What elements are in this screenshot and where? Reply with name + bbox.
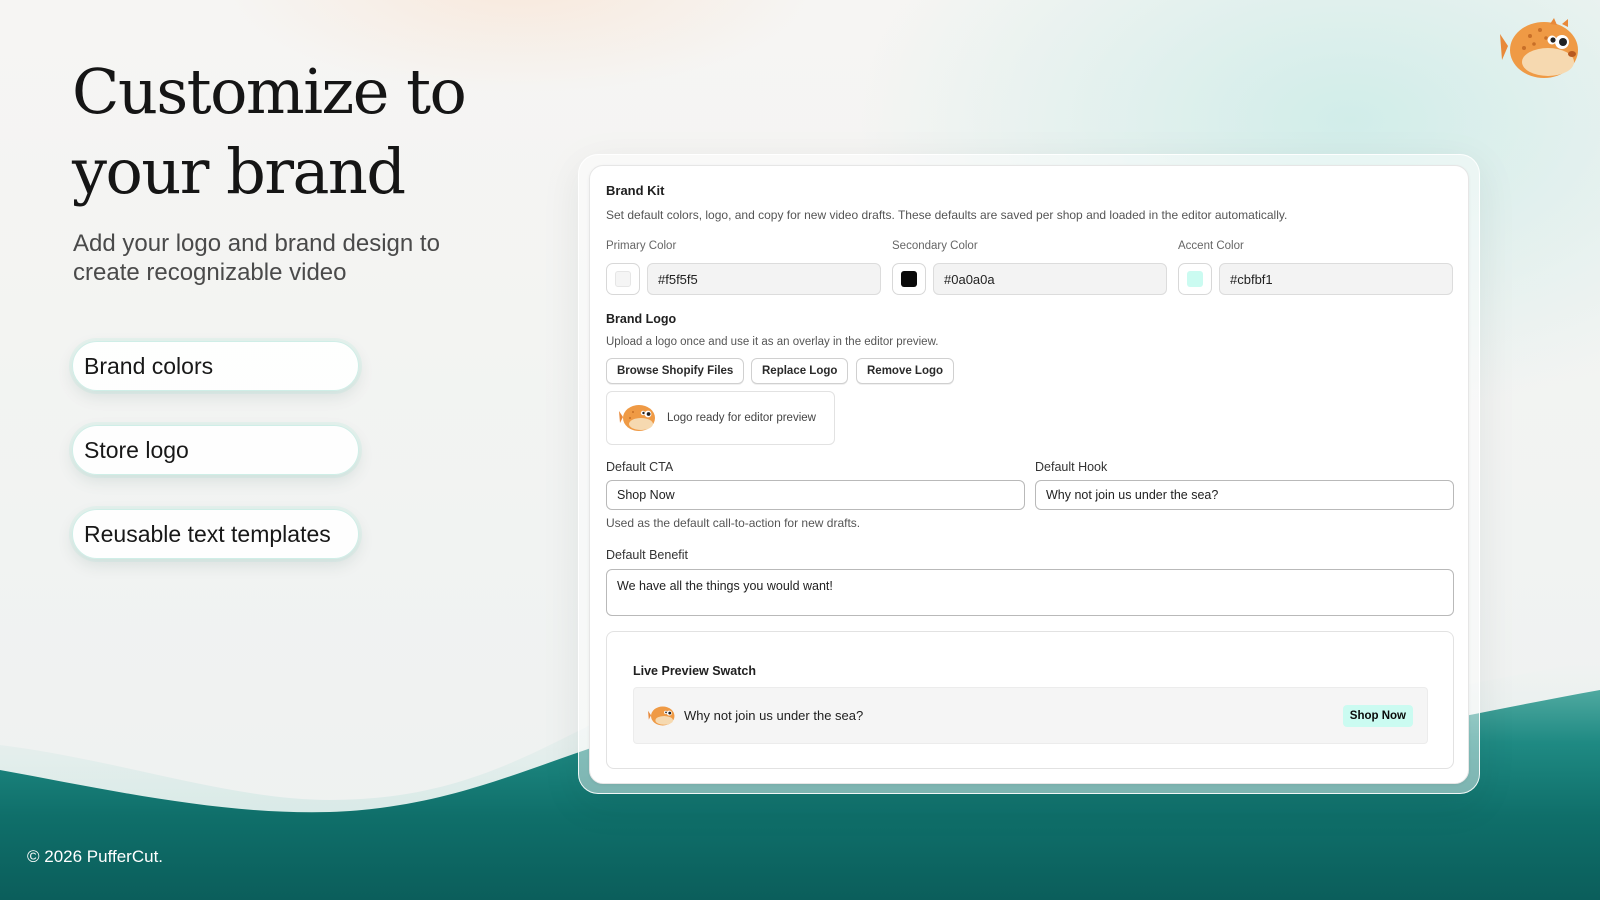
color-chip bbox=[901, 271, 917, 287]
feature-label: Reusable text templates bbox=[84, 520, 331, 547]
brand-kit-panel: Brand Kit Set default colors, logo, and … bbox=[589, 165, 1469, 784]
live-preview-card: Live Preview Swatch Why not join us unde… bbox=[606, 631, 1454, 769]
default-hook-label: Default Hook bbox=[1035, 460, 1108, 474]
primary-color-input[interactable]: #f5f5f5 bbox=[647, 263, 881, 295]
feature-label: Brand colors bbox=[84, 352, 214, 379]
default-cta-help: Used as the default call-to-action for n… bbox=[606, 516, 861, 530]
color-chip bbox=[615, 271, 631, 287]
logo-status-text: Logo ready for editor preview bbox=[667, 412, 816, 424]
secondary-color-swatch[interactable] bbox=[892, 263, 926, 295]
color-chip bbox=[1187, 271, 1203, 287]
feature-label: Store logo bbox=[84, 436, 189, 463]
live-preview-swatch: Why not join us under the sea? Shop Now bbox=[633, 687, 1428, 744]
live-preview-title: Live Preview Swatch bbox=[633, 664, 756, 678]
browse-shopify-files-button[interactable]: Browse Shopify Files bbox=[606, 358, 745, 384]
brand-kit-title: Brand Kit bbox=[606, 183, 665, 198]
preview-hook-text: Why not join us under the sea? bbox=[684, 708, 864, 723]
default-cta-label: Default CTA bbox=[606, 460, 674, 474]
secondary-color-input[interactable]: #0a0a0a bbox=[933, 263, 1167, 295]
brand-kit-description: Set default colors, logo, and copy for n… bbox=[606, 208, 1288, 222]
accent-color-swatch[interactable] bbox=[1178, 263, 1212, 295]
primary-color-label: Primary Color bbox=[606, 240, 677, 252]
page-subtitle: Add your logo and brand design to create… bbox=[73, 230, 440, 286]
pufferfish-logo-icon bbox=[648, 705, 675, 726]
remove-logo-button[interactable]: Remove Logo bbox=[856, 358, 955, 384]
secondary-color-label: Secondary Color bbox=[892, 240, 978, 252]
pufferfish-mascot-icon bbox=[1500, 18, 1578, 78]
preview-cta-badge: Shop Now bbox=[1342, 705, 1413, 727]
logo-preview-card: Logo ready for editor preview bbox=[606, 391, 835, 445]
pufferfish-logo-icon bbox=[619, 405, 655, 431]
primary-color-swatch[interactable] bbox=[606, 263, 640, 295]
feature-pill-text-templates: Reusable text templates bbox=[72, 509, 359, 559]
default-benefit-label: Default Benefit bbox=[606, 548, 688, 562]
title-line-2: your brand bbox=[72, 135, 406, 208]
replace-logo-button[interactable]: Replace Logo bbox=[751, 358, 849, 384]
default-cta-input[interactable]: Shop Now bbox=[606, 480, 1025, 510]
page-title: Customize to your brand bbox=[72, 52, 552, 212]
feature-pill-store-logo: Store logo bbox=[72, 425, 359, 475]
default-benefit-textarea[interactable]: We have all the things you would want! bbox=[606, 569, 1454, 616]
accent-color-label: Accent Color bbox=[1178, 240, 1244, 252]
brand-logo-title: Brand Logo bbox=[606, 312, 677, 326]
copyright-footer: © 2026 PufferCut. bbox=[27, 847, 164, 866]
brand-logo-description: Upload a logo once and use it as an over… bbox=[606, 336, 939, 348]
default-hook-input[interactable]: Why not join us under the sea? bbox=[1035, 480, 1454, 510]
title-line-1: Customize to bbox=[72, 55, 467, 128]
feature-pill-brand-colors: Brand colors bbox=[72, 341, 359, 391]
accent-color-input[interactable]: #cbfbf1 bbox=[1219, 263, 1453, 295]
